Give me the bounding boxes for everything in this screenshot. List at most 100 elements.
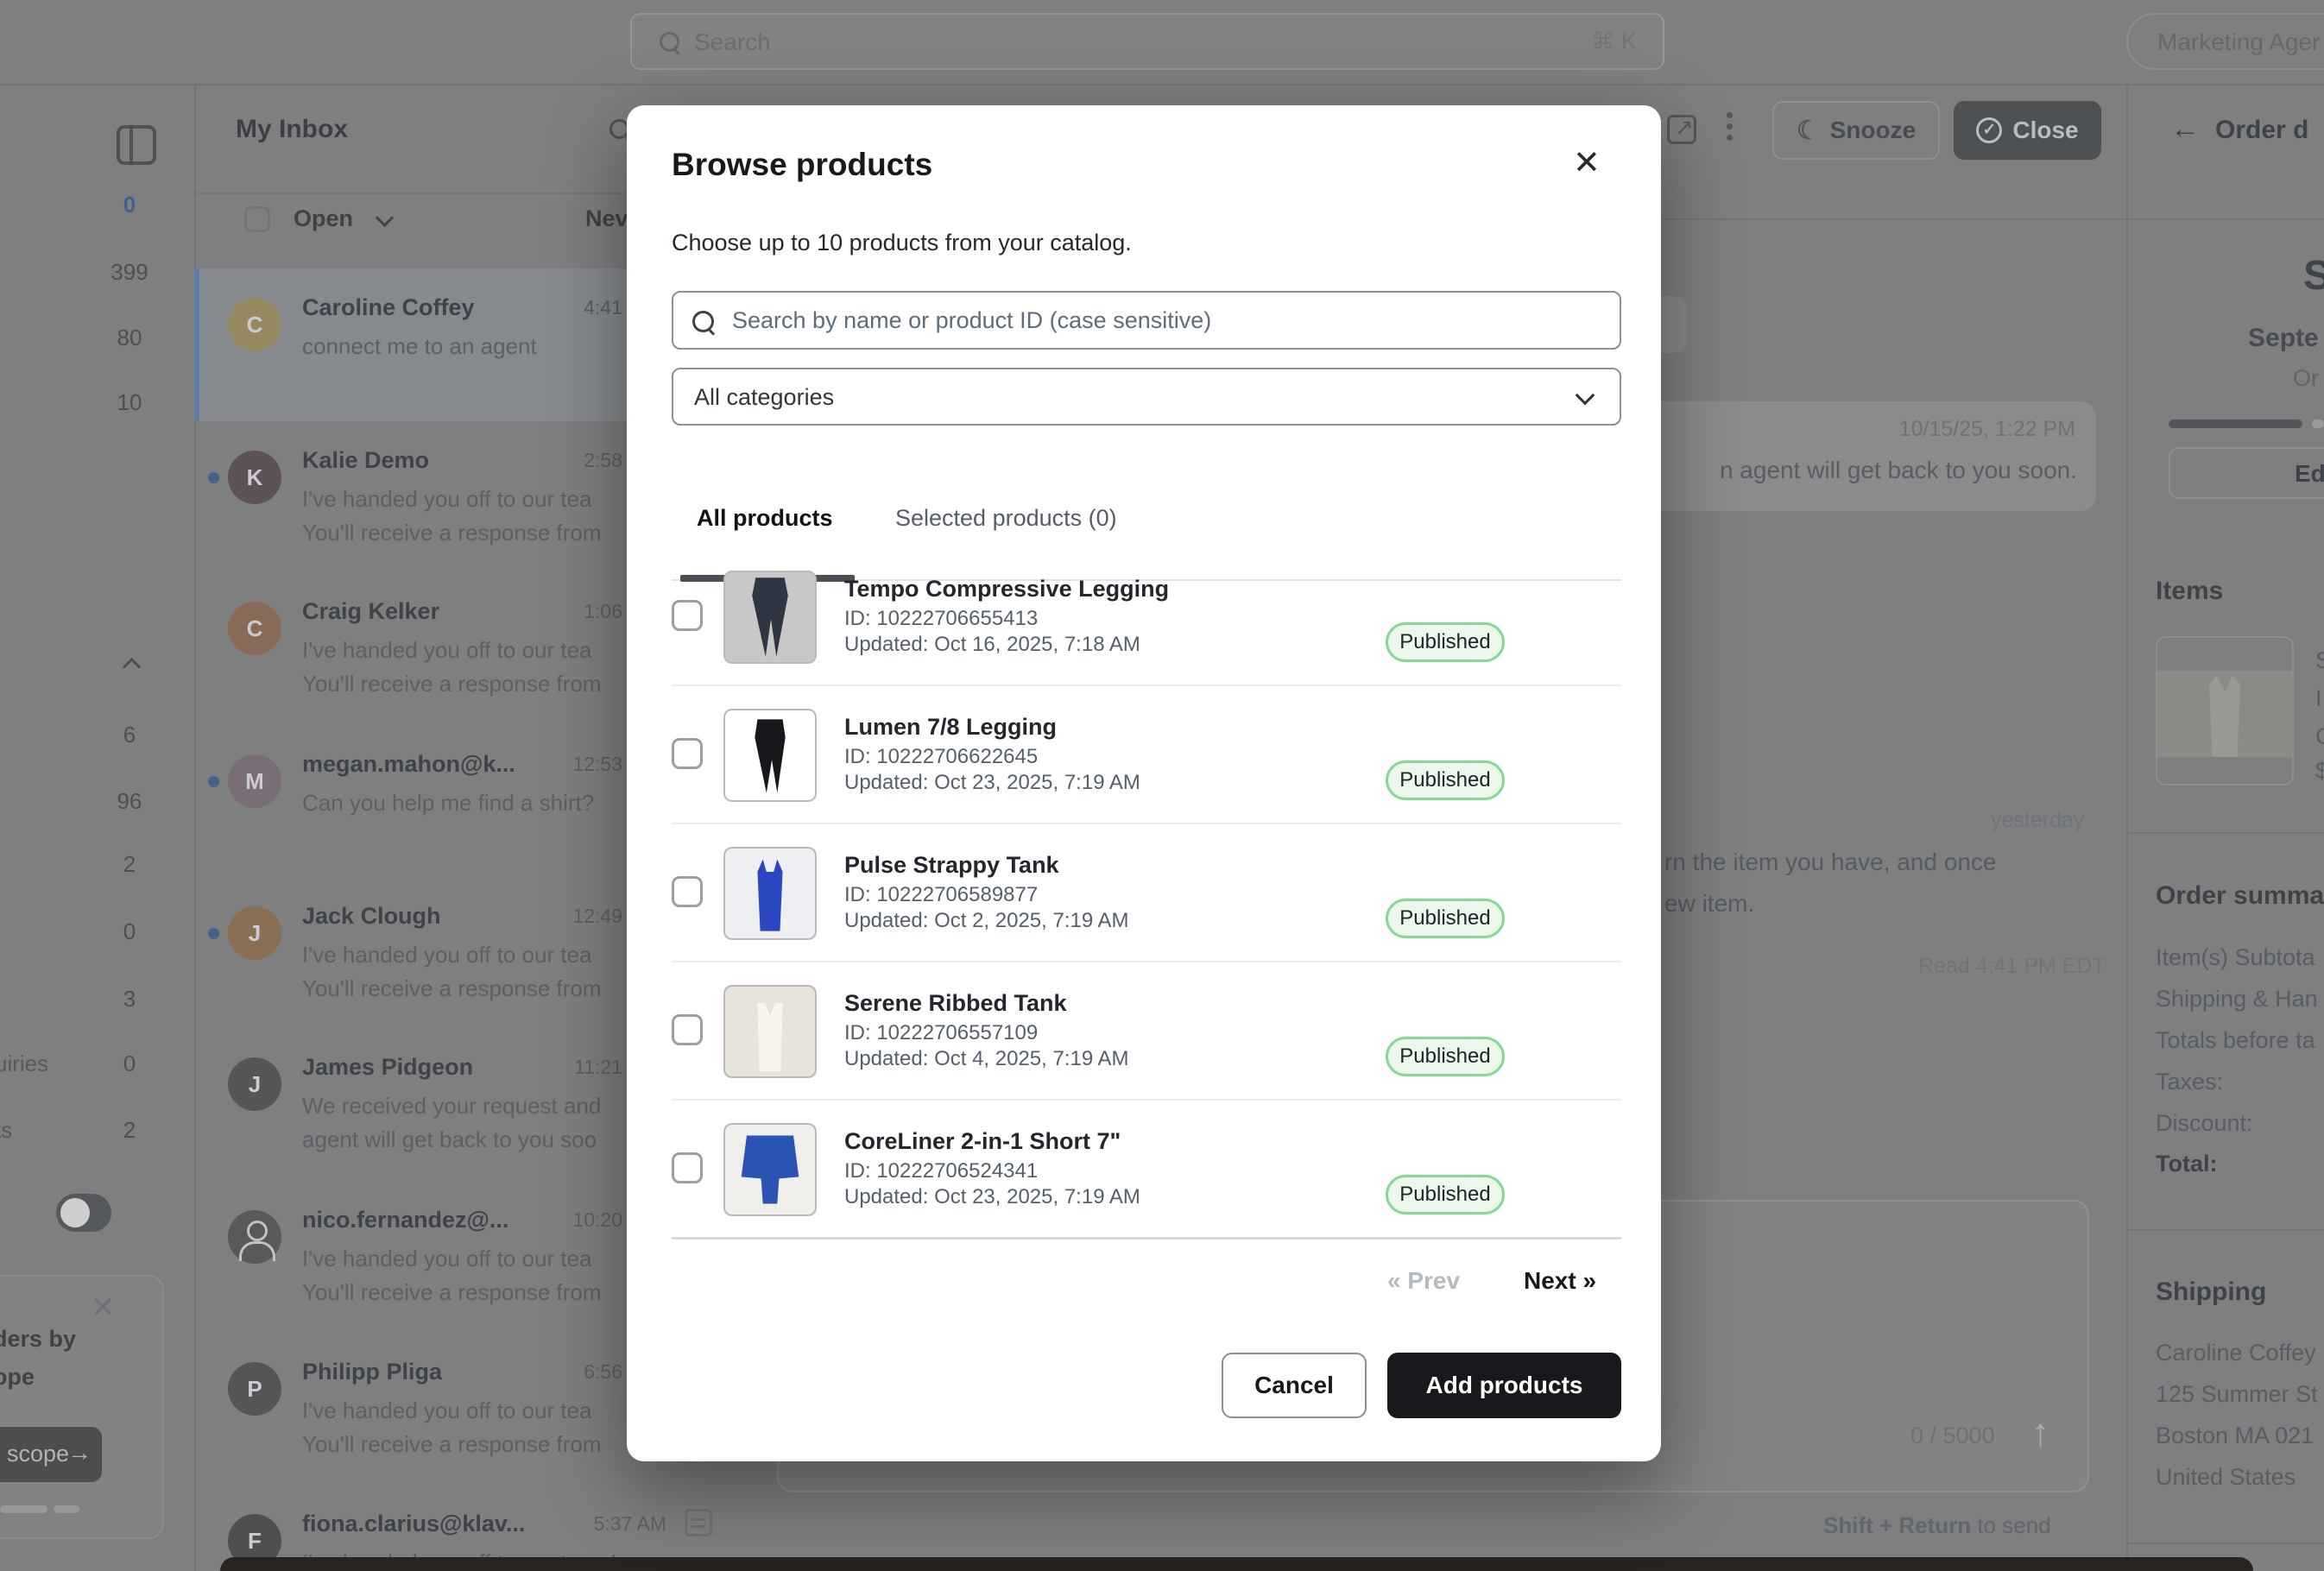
summary-row: Taxes: [2156, 1069, 2223, 1095]
modal-subtitle: Choose up to 10 products from your catal… [672, 230, 1132, 256]
rail-count-active[interactable]: 0 [99, 192, 160, 218]
unread-dot [208, 928, 219, 939]
avatar-person-icon [228, 1210, 281, 1264]
global-search-input[interactable]: Search ⌘ K [630, 13, 1664, 70]
check-circle-icon: ✓ [1976, 117, 2002, 143]
summary-row: Discount: [2156, 1110, 2253, 1137]
shipping-title: Shipping [2156, 1278, 2266, 1307]
avatar: J [228, 1057, 281, 1111]
product-row[interactable]: Tempo Compressive Legging ID: 1022270665… [672, 546, 1621, 686]
product-id: ID: 10222706524341 [844, 1159, 1038, 1183]
rail-count[interactable]: 0 [99, 918, 160, 945]
snooze-button[interactable]: ☾ Snooze [1772, 101, 1940, 160]
workspace-label: Marketing Ager [2157, 28, 2320, 56]
rail-count[interactable]: 0 [99, 1050, 160, 1077]
composer-hint: Shift + Return to send [1823, 1512, 2051, 1539]
workspace-pill[interactable]: Marketing Ager [2126, 13, 2324, 70]
product-checkbox[interactable] [672, 876, 703, 907]
next-page-button[interactable]: Next » [1524, 1267, 1596, 1295]
rail-count[interactable]: 3 [99, 986, 160, 1013]
prev-page-button[interactable]: « Prev [1387, 1267, 1460, 1295]
collapse-chevron-icon[interactable] [123, 658, 141, 676]
conversation-time: 12:49 [572, 905, 622, 928]
product-id: ID: 10222706655413 [844, 607, 1038, 631]
bottom-bar [220, 1557, 2253, 1571]
product-row[interactable]: Lumen 7/8 Legging ID: 10222706622645 Upd… [672, 685, 1621, 824]
avatar: C [228, 298, 281, 351]
edit-label: Ed [2295, 460, 2324, 488]
tab-selected-products[interactable]: Selected products (0) [895, 505, 1117, 532]
product-name: Lumen 7/8 Legging [844, 714, 1057, 741]
avatar: P [228, 1362, 281, 1416]
add-products-button[interactable]: Add products [1387, 1353, 1621, 1418]
address-line: United States [2156, 1464, 2296, 1491]
product-image-black-leggings [723, 709, 817, 802]
cancel-button[interactable]: Cancel [1222, 1353, 1367, 1418]
kebab-menu-icon[interactable] [1727, 107, 1733, 146]
category-value: All categories [694, 384, 834, 411]
sidebar-toggle-icon[interactable] [117, 125, 156, 165]
expand-icon[interactable]: ↗ [1667, 115, 1696, 144]
product-checkbox[interactable] [672, 1152, 703, 1183]
status-badge: Published [1386, 1037, 1505, 1076]
item-text: S [2315, 647, 2324, 674]
panel-section-divider [2128, 832, 2324, 834]
modal-close-icon[interactable]: ✕ [1573, 147, 1601, 180]
category-dropdown[interactable]: All categories [672, 368, 1621, 426]
order-details-title: Order d [2215, 116, 2308, 145]
order-item-thumbnail[interactable] [2156, 636, 2294, 786]
product-image-blue-shorts [723, 1123, 817, 1216]
product-updated: Updated: Oct 23, 2025, 7:19 AM [844, 1185, 1140, 1209]
product-updated: Updated: Oct 16, 2025, 7:18 AM [844, 633, 1140, 657]
rail-item-label[interactable]: ts [0, 1117, 12, 1144]
avatar: C [228, 602, 281, 655]
sort-dropdown[interactable]: Nev [585, 205, 628, 232]
promo-scope-button[interactable]: scope → [0, 1427, 102, 1482]
rail-item-label[interactable]: uiries [0, 1050, 48, 1077]
back-arrow-icon[interactable]: ← [2170, 112, 2200, 146]
order-progress-rest [2312, 420, 2324, 428]
product-checkbox[interactable] [672, 738, 703, 769]
tab-all-products[interactable]: All products [697, 505, 833, 532]
rail-count[interactable]: 96 [99, 788, 160, 815]
address-line: Caroline Coffey [2156, 1340, 2316, 1366]
message-text: n agent will get back to you soon. [1720, 457, 2077, 484]
rail-count[interactable]: 10 [99, 389, 160, 416]
product-checkbox[interactable] [672, 1014, 703, 1045]
conversation-time: 4:41 [584, 296, 622, 319]
promo-close-icon[interactable]: ✕ [91, 1290, 116, 1325]
search-icon [660, 32, 679, 52]
summary-row: Item(s) Subtota [2156, 944, 2315, 971]
product-checkbox[interactable] [672, 600, 703, 631]
select-all-checkbox[interactable] [244, 206, 270, 232]
product-image-navy-leggings [723, 571, 817, 664]
conversation-name: nico.fernandez@... [302, 1207, 508, 1233]
rail-count[interactable]: 6 [99, 722, 160, 748]
snooze-label: Snooze [1830, 117, 1917, 144]
rail-count[interactable]: 399 [99, 259, 160, 286]
rail-count[interactable]: 80 [99, 325, 160, 351]
summary-total: Total: [2156, 1151, 2217, 1177]
avatar: M [228, 754, 281, 808]
edit-button[interactable]: Ed [2169, 447, 2324, 499]
product-row[interactable]: Serene Ribbed Tank ID: 10222706557109 Up… [672, 961, 1621, 1101]
items-title: Items [2156, 577, 2223, 606]
conversation-time: 10:20 [572, 1208, 622, 1232]
conversation-name: Kalie Demo [302, 447, 429, 474]
rail-toggle[interactable] [56, 1194, 111, 1232]
product-image-cream-tank [723, 985, 817, 1078]
customer-message-line: ew item. [1664, 890, 1754, 918]
order-heading: S [2303, 252, 2324, 300]
conversation-time: 6:56 [584, 1360, 622, 1384]
rail-count[interactable]: 2 [99, 1117, 160, 1144]
product-row[interactable]: Pulse Strappy Tank ID: 10222706589877 Up… [672, 823, 1621, 962]
add-products-label: Add products [1426, 1372, 1583, 1399]
rail-count[interactable]: 2 [99, 851, 160, 878]
hint-rest: to send [1971, 1512, 2051, 1538]
filter-open-dropdown[interactable]: Open [294, 205, 353, 232]
product-row[interactable]: CoreLiner 2-in-1 Short 7" ID: 1022270652… [672, 1099, 1621, 1240]
close-conversation-button[interactable]: ✓ Close [1954, 101, 2101, 160]
product-search-field[interactable]: Search by name or product ID (case sensi… [672, 291, 1621, 350]
address-line: 125 Summer St [2156, 1381, 2318, 1408]
send-arrow-icon[interactable]: ↑ [2030, 1409, 2050, 1455]
